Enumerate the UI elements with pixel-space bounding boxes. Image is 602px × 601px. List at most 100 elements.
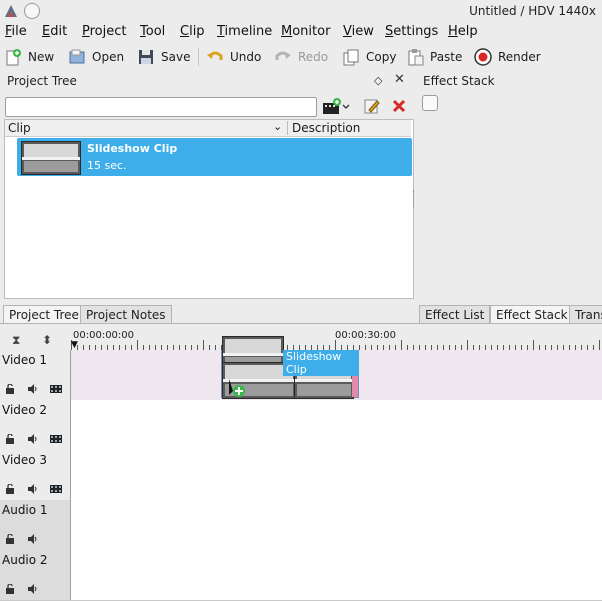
clip-list: Clip ⌄ Description Slideshow Clip 15 sec… (4, 119, 414, 299)
track-header[interactable]: Audio 2 (0, 550, 71, 600)
clip-duration: 15 sec. (87, 159, 127, 172)
menu-clip[interactable]: Clip (180, 24, 205, 39)
film-icon[interactable] (50, 383, 62, 393)
lock-icon[interactable] (5, 533, 15, 544)
tab-project-tree[interactable]: Project Tree (3, 305, 85, 324)
redo-button[interactable]: Redo (274, 46, 328, 68)
delete-x-icon (392, 99, 406, 113)
column-header-clip[interactable]: Clip (8, 121, 31, 135)
track-name: Video 1 (2, 353, 48, 367)
track-lane[interactable] (71, 450, 602, 500)
track-lane[interactable] (71, 500, 602, 550)
track-audio-1: Audio 1 (0, 500, 602, 551)
fit-zoom-icon[interactable]: ⧗ (12, 333, 20, 348)
title-bar: Untitled / HDV 1440x (0, 0, 602, 22)
save-button[interactable]: Save (137, 46, 190, 68)
speaker-icon[interactable] (27, 583, 37, 594)
render-record-icon (474, 48, 492, 66)
speaker-icon[interactable] (27, 483, 37, 494)
menu-file[interactable]: File (5, 24, 27, 39)
track-name: Audio 1 (2, 503, 48, 517)
lock-icon[interactable] (5, 383, 15, 394)
speaker-icon[interactable] (27, 383, 37, 394)
project-search-input[interactable] (5, 97, 317, 117)
close-panel-icon[interactable]: ✕ (394, 72, 405, 87)
menu-tool[interactable]: Tool (140, 24, 165, 39)
window-menu-button[interactable] (24, 3, 40, 19)
list-item[interactable]: Slideshow Clip 15 sec. (17, 138, 412, 176)
edit-clip-button[interactable] (363, 97, 381, 115)
timeline-clip[interactable]: Slideshow Clip (221, 336, 359, 399)
new-document-icon (4, 48, 22, 66)
paste-clipboard-icon (406, 48, 424, 66)
open-button[interactable]: Open (68, 46, 124, 68)
speaker-icon[interactable] (27, 533, 37, 544)
add-clip-icon (323, 98, 350, 114)
undo-button[interactable]: Undo (206, 46, 261, 68)
expand-tracks-icon[interactable]: ⬍ (42, 333, 52, 347)
track-name: Audio 2 (2, 553, 48, 567)
track-name: Video 2 (2, 403, 48, 417)
app-logo-icon (5, 5, 17, 17)
tab-effect-list[interactable]: Effect List (419, 305, 491, 324)
effect-enable-checkbox[interactable] (422, 95, 438, 111)
tab-project-notes[interactable]: Project Notes (80, 305, 172, 324)
render-button[interactable]: Render (474, 46, 541, 68)
add-cursor-icon (229, 379, 245, 397)
tab-bar-line (0, 323, 602, 324)
track-lane[interactable] (71, 550, 602, 600)
copy-icon (342, 48, 360, 66)
new-button[interactable]: New (4, 46, 54, 68)
lock-icon[interactable] (5, 433, 15, 444)
window-title: Untitled / HDV 1440x (469, 4, 596, 18)
clip-label: Slideshow Clip (283, 350, 359, 376)
menu-timeline[interactable]: Timeline (217, 24, 272, 39)
menu-monitor[interactable]: Monitor (281, 24, 330, 39)
playhead-marker-icon[interactable]: ▼ (71, 340, 78, 350)
speaker-icon[interactable] (27, 433, 37, 444)
sort-chevron-down-icon[interactable]: ⌄ (273, 120, 282, 133)
film-icon[interactable] (50, 483, 62, 493)
menu-bar: File Edit Project Tool Clip Timeline Monitor Vi… (0, 22, 602, 42)
column-header-description[interactable]: Description (292, 121, 360, 135)
redo-arrow-icon (274, 48, 292, 66)
lock-icon[interactable] (5, 483, 15, 494)
open-folder-icon (68, 48, 86, 66)
menu-view[interactable]: View (343, 24, 374, 39)
edit-pencil-icon (364, 99, 380, 114)
toolbar-separator (198, 48, 199, 66)
add-clip-button[interactable] (322, 97, 350, 115)
tab-transition[interactable]: Trans (569, 305, 602, 324)
clip-name: Slideshow Clip (87, 142, 178, 155)
undo-arrow-icon (206, 48, 224, 66)
clip-thumbnail (21, 141, 81, 175)
track-name: Video 3 (2, 453, 48, 467)
panel-title: Effect Stack (423, 74, 495, 88)
copy-button[interactable]: Copy (342, 46, 396, 68)
track-header[interactable]: Video 3 (0, 450, 71, 500)
film-icon[interactable] (50, 433, 62, 443)
menu-edit[interactable]: Edit (42, 24, 67, 39)
track-lane[interactable] (71, 400, 602, 450)
float-panel-icon[interactable]: ◇ (374, 74, 382, 87)
menu-help[interactable]: Help (448, 24, 478, 39)
column-divider (287, 121, 288, 135)
delete-clip-button[interactable] (390, 97, 408, 115)
panel-title: Project Tree (7, 74, 77, 88)
menu-project[interactable]: Project (82, 24, 127, 39)
track-header[interactable]: Audio 1 (0, 500, 71, 550)
panel-splitter-handle[interactable] (413, 190, 417, 208)
clip-list-header: Clip ⌄ Description (5, 120, 411, 137)
track-video-3: Video 3 (0, 450, 602, 501)
track-video-2: Video 2 (0, 400, 602, 451)
effect-stack-panel: Effect Stack (418, 72, 602, 297)
menu-settings[interactable]: Settings (385, 24, 438, 39)
track-header[interactable]: Video 2 (0, 400, 71, 450)
main-toolbar: New Open Save Undo Redo Copy Paste Rende… (0, 42, 602, 70)
tab-effect-stack[interactable]: Effect Stack (490, 305, 574, 324)
track-header[interactable]: Video 1 (0, 350, 71, 400)
paste-button[interactable]: Paste (406, 46, 462, 68)
project-tree-panel: Project Tree ◇ ✕ Clip ⌄ Description Slid… (2, 72, 414, 299)
lock-icon[interactable] (5, 583, 15, 594)
ruler-label-start: 00:00:00:00 (73, 330, 135, 341)
